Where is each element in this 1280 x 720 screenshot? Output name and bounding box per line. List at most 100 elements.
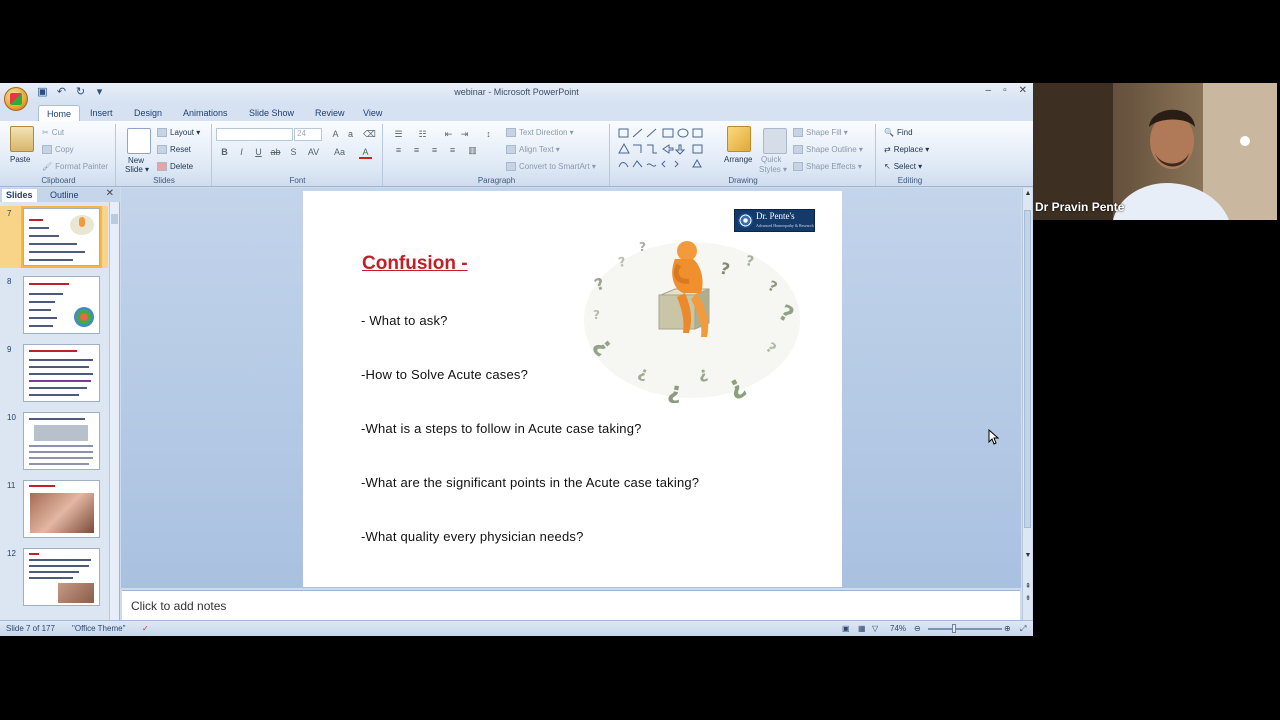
increase-indent-icon[interactable]: ⇥ [458, 128, 471, 141]
notes-placeholder[interactable]: Click to add notes [131, 599, 226, 613]
delete-button[interactable]: Delete [157, 162, 193, 171]
shrink-font-icon[interactable]: a [344, 128, 357, 141]
reset-button[interactable]: Reset [157, 145, 191, 154]
replace-button[interactable]: ⇄ Replace ▾ [884, 145, 929, 154]
line-spacing-icon[interactable]: ↕ [482, 128, 495, 141]
slide-thumbnail-10[interactable]: 10 [0, 410, 108, 472]
text-direction-button[interactable]: Text Direction ▾ [506, 128, 574, 137]
bullets-icon[interactable]: ☰ [392, 128, 405, 141]
shapes-gallery[interactable] [617, 127, 717, 171]
find-button[interactable]: 🔍 Find [884, 128, 913, 137]
editor-scrollbar-thumb[interactable] [1024, 210, 1031, 528]
columns-icon[interactable]: ▥ [466, 144, 479, 157]
clear-formatting-icon[interactable]: ⌫ [363, 128, 376, 141]
slides-pane: Slides Outline ✕ 7 8 9 10 11 12 [0, 188, 120, 620]
restore-button[interactable]: ▫ [1003, 85, 1007, 96]
arrange-icon[interactable] [727, 126, 751, 152]
bullet-2[interactable]: -How to Solve Acute cases? [361, 367, 528, 382]
italic-icon[interactable]: I [235, 146, 248, 159]
justify-icon[interactable]: ≡ [446, 144, 459, 157]
tab-slides[interactable]: Slides [2, 189, 37, 202]
slide-sorter-icon[interactable]: ▦ [858, 624, 866, 633]
align-right-icon[interactable]: ≡ [428, 144, 441, 157]
normal-view-icon[interactable]: ▣ [842, 624, 850, 633]
font-color-icon[interactable]: A [359, 146, 372, 159]
zoom-slider[interactable] [928, 628, 1002, 630]
tab-animations[interactable]: Animations [175, 105, 236, 121]
paste-button[interactable]: Paste [10, 155, 30, 164]
align-center-icon[interactable]: ≡ [410, 144, 423, 157]
arrange-button[interactable]: Arrange [724, 155, 752, 164]
slide-thumbnail-9[interactable]: 9 [0, 342, 108, 404]
zoom-in-icon[interactable]: ⊕ [1004, 624, 1011, 633]
quick-styles-icon[interactable] [763, 128, 787, 154]
previous-slide-icon[interactable]: ⇞ [1023, 582, 1033, 590]
shape-fill-button[interactable]: Shape Fill ▾ [793, 128, 848, 137]
thumbnail-number: 10 [7, 413, 16, 422]
strikethrough-icon[interactable]: ab [269, 146, 282, 159]
quick-styles-line2[interactable]: Styles ▾ [759, 165, 787, 174]
quick-styles-line1[interactable]: Quick [761, 155, 781, 164]
underline-icon[interactable]: U [252, 146, 265, 159]
zoom-level[interactable]: 74% [890, 624, 906, 633]
new-slide-button-line2[interactable]: Slide ▾ [125, 165, 149, 174]
align-text-button[interactable]: Align Text ▾ [506, 145, 560, 154]
close-pane-icon[interactable]: ✕ [106, 188, 114, 199]
new-slide-button-line1[interactable]: New [128, 156, 144, 165]
slides-group-label: Slides [153, 176, 175, 185]
slide-title[interactable]: Confusion - [362, 253, 468, 275]
office-button[interactable] [4, 87, 28, 111]
spell-check-icon[interactable]: ✓ [142, 624, 149, 633]
scrollbar-thumb[interactable] [111, 214, 118, 224]
zoom-out-icon[interactable]: ⊖ [914, 624, 921, 633]
close-button[interactable]: ✕ [1019, 85, 1027, 96]
slide-canvas[interactable]: Dr. Pente's Advanced Homeopathy & Resear… [303, 191, 842, 587]
slide-thumbnail-8[interactable]: 8 [0, 274, 108, 336]
tab-design[interactable]: Design [126, 105, 170, 121]
bold-icon[interactable]: B [218, 146, 231, 159]
thumbnail-number: 8 [7, 277, 12, 286]
shadow-icon[interactable]: S [287, 146, 300, 159]
bullet-4[interactable]: -What are the significant points in the … [361, 475, 699, 490]
tab-home[interactable]: Home [38, 105, 81, 121]
font-name-field[interactable] [216, 128, 293, 141]
cut-button[interactable]: ✂ Cut [42, 128, 64, 137]
slide-thumbnail-11[interactable]: 11 [0, 478, 108, 540]
shape-outline-button[interactable]: Shape Outline ▾ [793, 145, 863, 154]
next-slide-icon[interactable]: ⇟ [1023, 594, 1033, 602]
slide-thumbnail-12[interactable]: 12 [0, 546, 108, 608]
bullet-1[interactable]: - What to ask? [361, 313, 448, 328]
decrease-indent-icon[interactable]: ⇤ [442, 128, 455, 141]
slide-thumbnail-7[interactable]: 7 [0, 206, 108, 268]
slide-show-icon[interactable]: ▽ [872, 624, 878, 633]
paste-icon[interactable] [10, 126, 34, 152]
change-case-icon[interactable]: Aa [333, 146, 346, 159]
font-size-field[interactable]: 24 [294, 128, 322, 141]
scroll-up-icon[interactable]: ▲ [1023, 190, 1033, 197]
shape-effects-button[interactable]: Shape Effects ▾ [793, 162, 862, 171]
character-spacing-icon[interactable]: AV [307, 146, 320, 159]
tab-review[interactable]: Review [307, 105, 353, 121]
fit-to-window-icon[interactable]: ⤢ [1020, 624, 1026, 634]
editor-scrollbar[interactable]: ▲ ▼ ⇞ ⇟ [1022, 188, 1032, 620]
bullet-3[interactable]: -What is a steps to follow in Acute case… [361, 421, 642, 436]
slides-pane-scrollbar[interactable] [109, 202, 119, 620]
notes-pane[interactable]: Click to add notes [122, 590, 1020, 620]
tab-view[interactable]: View [355, 105, 390, 121]
format-painter-button[interactable]: 🖌 Format Painter [42, 162, 108, 171]
grow-font-icon[interactable]: A [329, 128, 342, 141]
layout-button[interactable]: Layout ▾ [157, 128, 200, 137]
copy-button[interactable]: Copy [42, 145, 74, 154]
zoom-slider-handle[interactable] [952, 624, 956, 633]
minimize-button[interactable]: – [986, 85, 992, 96]
tab-slide-show[interactable]: Slide Show [241, 105, 302, 121]
scroll-down-icon[interactable]: ▼ [1023, 552, 1033, 559]
tab-outline[interactable]: Outline [46, 189, 83, 202]
tab-insert[interactable]: Insert [82, 105, 121, 121]
convert-smartart-button[interactable]: Convert to SmartArt ▾ [506, 162, 596, 171]
new-slide-icon[interactable] [127, 128, 151, 154]
align-left-icon[interactable]: ≡ [392, 144, 405, 157]
select-button[interactable]: ↖ Select ▾ [884, 162, 922, 171]
numbering-icon[interactable]: ☷ [416, 128, 429, 141]
bullet-5[interactable]: -What quality every physician needs? [361, 529, 584, 544]
